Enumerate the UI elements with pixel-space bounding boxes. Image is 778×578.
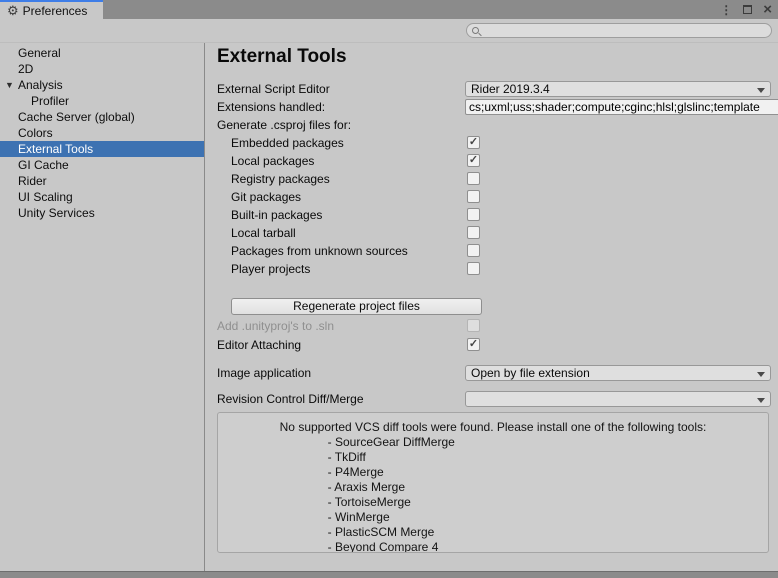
kebab-menu-icon[interactable]: ⋮	[720, 4, 732, 16]
unknown-sources-checkbox[interactable]	[467, 244, 480, 257]
search-box[interactable]	[466, 23, 772, 38]
git-packages-checkbox[interactable]	[467, 190, 480, 203]
field-label: Extensions handled:	[217, 99, 325, 115]
gear-icon: ⚙	[7, 4, 19, 17]
builtin-packages-checkbox[interactable]	[467, 208, 480, 221]
checkmark-icon: ✓	[468, 137, 479, 148]
vcs-tool-item: - TkDiff	[328, 450, 707, 465]
search-input[interactable]	[479, 25, 771, 37]
sidebar-item-cache-server[interactable]: Cache Server (global)	[0, 109, 204, 125]
sidebar-item-2d[interactable]: 2D	[0, 61, 204, 77]
vcs-tool-item: - TortoiseMerge	[328, 495, 707, 510]
checkbox-row-registry-packages: Registry packages	[217, 171, 778, 187]
checkbox-row-embedded-packages: Embedded packages ✓	[217, 135, 778, 151]
editor-attaching-checkbox[interactable]: ✓	[467, 338, 480, 351]
sidebar: General 2D ▼ Analysis Profiler Cache Ser…	[0, 43, 205, 571]
vcs-tool-list: - SourceGear DiffMerge - TkDiff - P4Merg…	[280, 435, 707, 553]
checkbox-row-local-tarball: Local tarball	[217, 225, 778, 241]
chevron-down-icon	[757, 88, 765, 93]
vcs-tool-item: - P4Merge	[328, 465, 707, 480]
add-unityproj-checkbox	[467, 319, 480, 332]
window-controls: ⋮ ×	[720, 0, 772, 19]
checkbox-row-player-projects: Player projects	[217, 261, 778, 277]
help-message: No supported VCS diff tools were found. …	[280, 420, 707, 435]
external-script-editor-dropdown[interactable]: Rider 2019.3.4	[465, 81, 771, 97]
tab-strip: ⚙ Preferences ⋮ ×	[0, 0, 778, 19]
revision-control-row: Revision Control Diff/Merge	[217, 391, 778, 407]
sidebar-item-general[interactable]: General	[0, 45, 204, 61]
vcs-tool-item: - SourceGear DiffMerge	[328, 435, 707, 450]
sidebar-item-rider[interactable]: Rider	[0, 173, 204, 189]
extensions-handled-input[interactable]	[465, 99, 778, 115]
dropdown-value: Rider 2019.3.4	[471, 82, 550, 96]
section-label: Generate .csproj files for:	[217, 117, 351, 133]
registry-packages-checkbox[interactable]	[467, 172, 480, 185]
editor-attaching-row: Editor Attaching ✓	[217, 337, 778, 353]
chevron-down-icon	[757, 398, 765, 403]
foldout-arrow-icon[interactable]: ▼	[5, 77, 14, 93]
tab-title: Preferences	[23, 4, 88, 18]
checkmark-icon: ✓	[468, 155, 479, 166]
image-application-row: Image application Open by file extension	[217, 365, 778, 381]
sidebar-item-analysis[interactable]: ▼ Analysis	[0, 77, 204, 93]
checkbox-row-builtin-packages: Built-in packages	[217, 207, 778, 223]
checkmark-icon: ✓	[468, 339, 479, 350]
embedded-packages-checkbox[interactable]: ✓	[467, 136, 480, 149]
page-title: External Tools	[217, 46, 778, 68]
maximize-button[interactable]	[743, 5, 752, 14]
vcs-tool-item: - WinMerge	[328, 510, 707, 525]
dropdown-value: Open by file extension	[471, 366, 590, 380]
generate-csproj-section-label-row: Generate .csproj files for:	[217, 117, 778, 133]
vcs-tool-item: - PlasticSCM Merge	[328, 525, 707, 540]
regenerate-button-row: Regenerate project files	[217, 298, 778, 315]
sidebar-item-external-tools[interactable]: External Tools	[0, 141, 204, 157]
checkbox-row-unknown-sources: Packages from unknown sources	[217, 243, 778, 259]
field-label: External Script Editor	[217, 81, 330, 97]
revision-control-dropdown[interactable]	[465, 391, 771, 407]
maximize-icon	[743, 5, 752, 14]
add-unityproj-row: Add .unityproj's to .sln	[217, 318, 778, 334]
player-projects-checkbox[interactable]	[467, 262, 480, 275]
checkbox-row-local-packages: Local packages ✓	[217, 153, 778, 169]
sidebar-item-gi-cache[interactable]: GI Cache	[0, 157, 204, 173]
close-icon[interactable]: ×	[763, 2, 772, 17]
sidebar-item-colors[interactable]: Colors	[0, 125, 204, 141]
vcs-tool-item: - Beyond Compare 4	[328, 540, 707, 553]
vcs-tool-item: - Araxis Merge	[328, 480, 707, 495]
external-tools-panel: External Tools External Script Editor Ri…	[205, 43, 778, 571]
sidebar-item-ui-scaling[interactable]: UI Scaling	[0, 189, 204, 205]
local-tarball-checkbox[interactable]	[467, 226, 480, 239]
sidebar-item-unity-services[interactable]: Unity Services	[0, 205, 204, 221]
image-application-dropdown[interactable]: Open by file extension	[465, 365, 771, 381]
external-script-editor-row: External Script Editor Rider 2019.3.4	[217, 81, 778, 97]
bottom-strip	[0, 571, 778, 578]
search-icon	[472, 27, 479, 34]
extensions-handled-row: Extensions handled:	[217, 99, 778, 115]
help-box: No supported VCS diff tools were found. …	[217, 412, 769, 553]
preferences-window: ⚙ Preferences ⋮ × General 2D ▼ Analysis …	[0, 0, 778, 578]
local-packages-checkbox[interactable]: ✓	[467, 154, 480, 167]
chevron-down-icon	[757, 372, 765, 377]
search-toolbar	[0, 19, 778, 43]
regenerate-project-files-button[interactable]: Regenerate project files	[231, 298, 482, 315]
sidebar-item-profiler[interactable]: Profiler	[0, 93, 204, 109]
checkbox-row-git-packages: Git packages	[217, 189, 778, 205]
preferences-tab[interactable]: ⚙ Preferences	[0, 0, 103, 19]
